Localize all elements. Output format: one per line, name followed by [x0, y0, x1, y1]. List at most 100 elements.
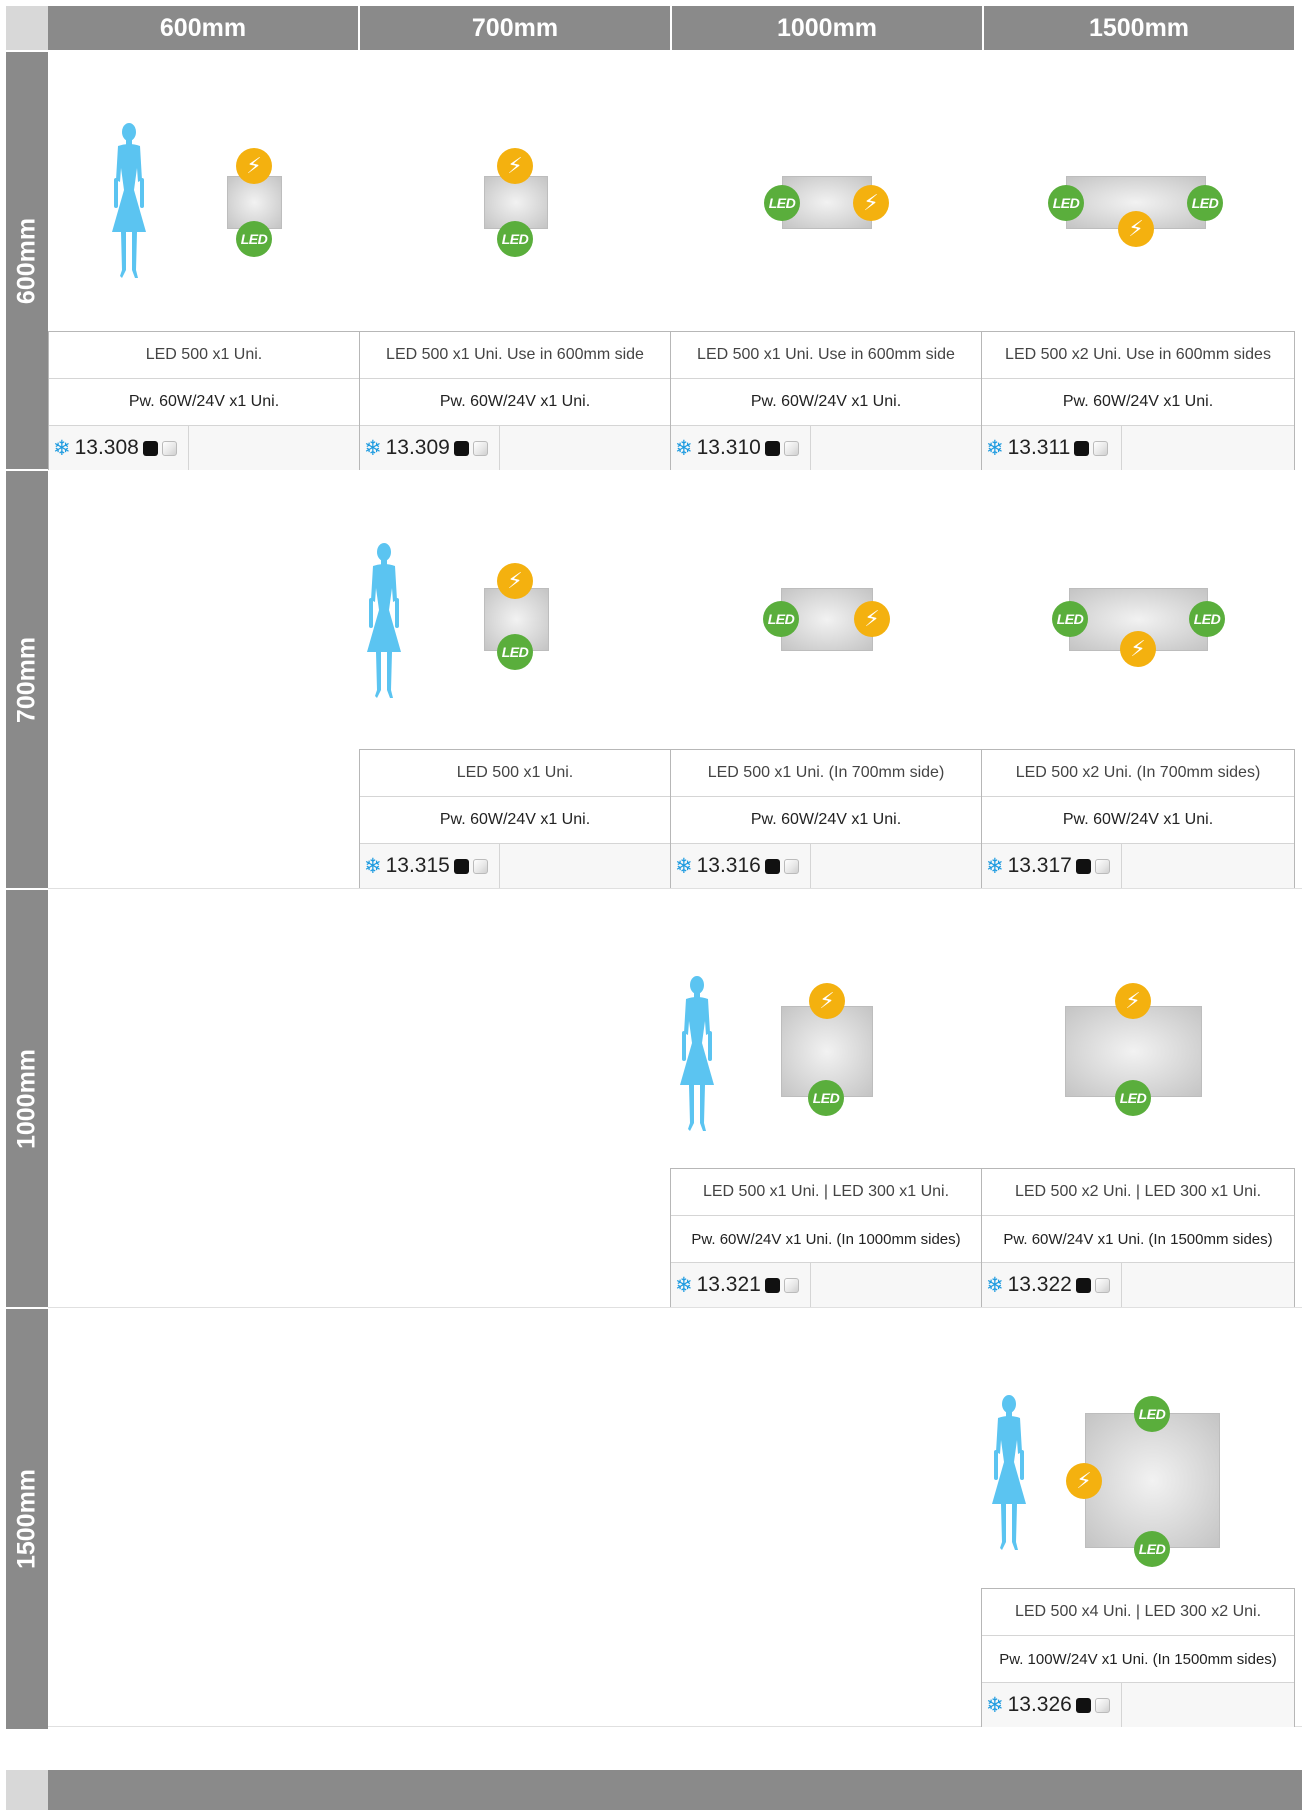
row-header-1000: 1000mm — [6, 890, 48, 1307]
spec-table: LED 500 x1 Uni. (In 700mm side) Pw. 60W/… — [670, 749, 982, 888]
product-code: 13.317 — [1007, 854, 1072, 877]
power-icon: ⚡ — [809, 983, 845, 1019]
led-icon: LED — [1187, 185, 1223, 221]
white-finish-swatch — [1094, 1697, 1110, 1713]
product-code: 13.326 — [1007, 1693, 1072, 1716]
snowflake-icon: ❄ — [986, 1693, 1004, 1717]
led-icon: LED — [1048, 185, 1084, 221]
code-row: ❄ 13.326 — [982, 1683, 1294, 1727]
code-cell: ❄ 13.309 — [360, 426, 500, 470]
footer-bar — [48, 1770, 1302, 1810]
led-icon: LED — [1134, 1531, 1170, 1567]
product-code: 13.310 — [696, 436, 761, 459]
power-icon: ⚡ — [497, 563, 533, 599]
led-icon: LED — [808, 1080, 844, 1116]
black-finish-swatch — [764, 1277, 780, 1293]
product-code: 13.308 — [74, 436, 139, 459]
spec-table: LED 500 x2 Uni. | LED 300 x1 Uni. Pw. 60… — [981, 1168, 1295, 1307]
power-spec: Pw. 60W/24V x1 Uni. — [360, 379, 670, 426]
spec-table: LED 500 x2 Uni. Use in 600mm sides Pw. 6… — [981, 331, 1295, 470]
white-finish-swatch — [1094, 1277, 1110, 1293]
led-spec: LED 500 x1 Uni. Use in 600mm side — [671, 332, 981, 379]
white-finish-swatch — [161, 440, 177, 456]
snowflake-icon: ❄ — [364, 854, 382, 878]
led-icon: LED — [1115, 1080, 1151, 1116]
col-header-1000: 1000mm — [672, 6, 982, 50]
code-row: ❄ 13.308 — [49, 426, 359, 470]
led-icon: LED — [1189, 601, 1225, 637]
led-spec: LED 500 x1 Uni. Use in 600mm side — [360, 332, 670, 379]
snowflake-icon: ❄ — [675, 854, 693, 878]
code-cell: ❄ 13.308 — [49, 426, 189, 470]
white-finish-swatch — [783, 858, 799, 874]
power-icon: ⚡ — [1115, 983, 1151, 1019]
white-finish-swatch — [783, 1277, 799, 1293]
product-code: 13.316 — [696, 854, 761, 877]
led-icon: LED — [764, 185, 800, 221]
snowflake-icon: ❄ — [675, 436, 693, 460]
product-code: 13.311 — [1007, 436, 1071, 459]
led-icon: LED — [236, 221, 272, 257]
led-spec: LED 500 x1 Uni. | LED 300 x1 Uni. — [671, 1169, 981, 1216]
row-header-label: 1000mm — [12, 1048, 41, 1149]
code-cell: ❄ 13.322 — [982, 1263, 1122, 1307]
power-spec: Pw. 60W/24V x1 Uni. — [49, 379, 359, 426]
power-icon: ⚡ — [854, 601, 890, 637]
led-spec: LED 500 x2 Uni. | LED 300 x1 Uni. — [982, 1169, 1294, 1216]
black-finish-swatch — [453, 858, 469, 874]
code-cell: ❄ 13.310 — [671, 426, 811, 470]
code-row: ❄ 13.322 — [982, 1263, 1294, 1307]
row-header-1500: 1500mm — [6, 1309, 48, 1729]
power-icon: ⚡ — [497, 148, 533, 184]
row-header-label: 600mm — [12, 217, 41, 304]
code-row: ❄ 13.321 — [671, 1263, 981, 1307]
power-icon: ⚡ — [853, 185, 889, 221]
col-header-700: 700mm — [360, 6, 670, 50]
led-spec: LED 500 x1 Uni. — [49, 332, 359, 379]
power-icon: ⚡ — [1118, 211, 1154, 247]
spec-table: LED 500 x4 Uni. | LED 300 x2 Uni. Pw. 10… — [981, 1588, 1295, 1727]
col-header-600: 600mm — [48, 6, 358, 50]
white-finish-swatch — [1093, 440, 1109, 456]
black-finish-swatch — [1075, 1277, 1091, 1293]
power-spec: Pw. 60W/24V x1 Uni. — [671, 379, 981, 426]
black-finish-swatch — [1074, 440, 1090, 456]
led-icon: LED — [763, 601, 799, 637]
snowflake-icon: ❄ — [675, 1273, 693, 1297]
power-spec: Pw. 60W/24V x1 Uni. (In 1500mm sides) — [982, 1216, 1294, 1263]
snowflake-icon: ❄ — [364, 436, 382, 460]
product-code: 13.321 — [696, 1273, 761, 1296]
code-cell: ❄ 13.321 — [671, 1263, 811, 1307]
snowflake-icon: ❄ — [986, 436, 1004, 460]
led-icon: LED — [497, 634, 533, 670]
spec-table: LED 500 x1 Uni. | LED 300 x1 Uni. Pw. 60… — [670, 1168, 982, 1307]
white-finish-swatch — [472, 440, 488, 456]
led-spec: LED 500 x4 Uni. | LED 300 x2 Uni. — [982, 1589, 1294, 1636]
code-cell: ❄ 13.316 — [671, 844, 811, 888]
code-cell: ❄ 13.311 — [982, 426, 1122, 470]
led-icon: LED — [497, 221, 533, 257]
power-spec: Pw. 60W/24V x1 Uni. — [982, 379, 1294, 426]
led-icon: LED — [1052, 601, 1088, 637]
person-silhouette-icon — [980, 1392, 1038, 1554]
snowflake-icon: ❄ — [986, 1273, 1004, 1297]
power-spec: Pw. 60W/24V x1 Uni. — [671, 797, 981, 844]
black-finish-swatch — [1075, 858, 1091, 874]
row-header-label: 700mm — [12, 636, 41, 723]
black-finish-swatch — [453, 440, 469, 456]
led-spec: LED 500 x1 Uni. (In 700mm side) — [671, 750, 981, 797]
snowflake-icon: ❄ — [986, 854, 1004, 878]
spec-table: LED 500 x1 Uni. Pw. 60W/24V x1 Uni. ❄ 13.… — [48, 331, 360, 470]
black-finish-swatch — [764, 440, 780, 456]
row-header-600: 600mm — [6, 52, 48, 469]
power-spec: Pw. 60W/24V x1 Uni. (In 1000mm sides) — [671, 1216, 981, 1263]
code-row: ❄ 13.310 — [671, 426, 981, 470]
white-finish-swatch — [783, 440, 799, 456]
black-finish-swatch — [1075, 1697, 1091, 1713]
product-code: 13.315 — [385, 854, 450, 877]
panel-drawing — [1085, 1413, 1220, 1548]
code-row: ❄ 13.317 — [982, 844, 1294, 888]
row-divider — [48, 888, 1302, 889]
led-spec: LED 500 x2 Uni. (In 700mm sides) — [982, 750, 1294, 797]
row-header-label: 1500mm — [12, 1468, 41, 1570]
